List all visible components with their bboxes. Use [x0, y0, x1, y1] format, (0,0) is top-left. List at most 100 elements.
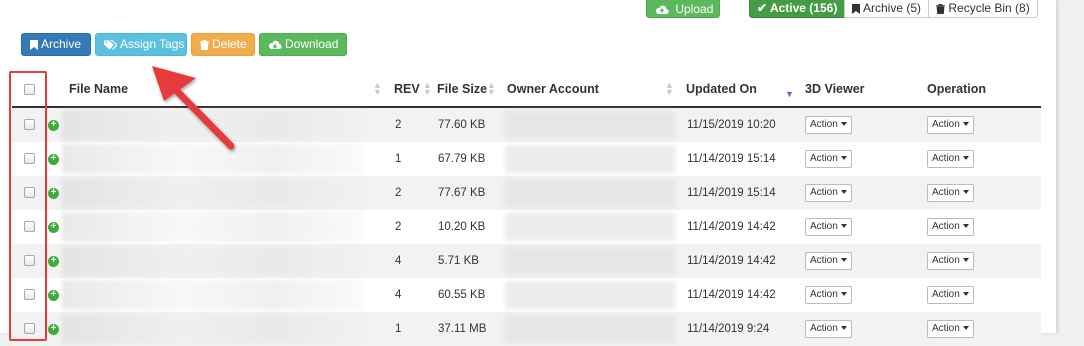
- plus-circle-icon[interactable]: +: [48, 324, 59, 335]
- viewer-action-dropdown[interactable]: Action: [805, 116, 852, 134]
- file-name-redacted: [62, 110, 365, 140]
- row-checkbox[interactable]: [24, 187, 35, 198]
- operation-action-dropdown[interactable]: Action: [927, 286, 974, 304]
- archive-label: Archive: [41, 37, 82, 51]
- table-row: + 4 60.55 KB 11/14/2019 14:42 Action Act…: [12, 278, 1041, 312]
- sort-owner-icon[interactable]: ▲ ▼: [665, 81, 674, 97]
- action-label: Action: [810, 187, 838, 198]
- viewer-action-dropdown[interactable]: Action: [805, 286, 852, 304]
- updated-cell: 11/14/2019 15:14: [687, 153, 776, 165]
- action-label: Action: [810, 289, 838, 300]
- assign-tags-button[interactable]: Assign Tags: [95, 33, 187, 56]
- caret-down-icon: [840, 258, 847, 263]
- assign-tags-label: Assign Tags: [120, 37, 185, 51]
- row-checkbox[interactable]: [24, 323, 35, 334]
- plus-circle-icon[interactable]: +: [48, 120, 59, 131]
- action-label: Action: [810, 255, 838, 266]
- row-checkbox[interactable]: [24, 153, 35, 164]
- filter-archive-button[interactable]: Archive (5): [844, 0, 930, 18]
- row-checkbox[interactable]: [24, 255, 35, 266]
- filter-recycle-bin-button[interactable]: Recycle Bin (8): [928, 0, 1038, 18]
- header-file-name[interactable]: File Name: [69, 82, 128, 96]
- sort-rev-icon[interactable]: ▲ ▼: [423, 81, 432, 97]
- operation-action-dropdown[interactable]: Action: [927, 320, 974, 338]
- tags-icon: [104, 39, 117, 50]
- file-name-redacted: [62, 212, 365, 242]
- updated-cell: 11/14/2019 9:24: [687, 323, 770, 335]
- viewer-action-dropdown[interactable]: Action: [805, 252, 852, 270]
- caret-down-icon: [840, 122, 847, 127]
- row-checkbox[interactable]: [24, 119, 35, 130]
- delete-button[interactable]: Delete: [191, 33, 255, 56]
- bookmark-icon: [30, 39, 38, 50]
- row-checkbox[interactable]: [24, 221, 35, 232]
- plus-circle-icon[interactable]: +: [48, 154, 59, 165]
- action-label: Action: [932, 323, 960, 334]
- viewer-action-dropdown[interactable]: Action: [805, 150, 852, 168]
- plus-circle-icon[interactable]: +: [48, 290, 59, 301]
- table-row: + 2 77.60 KB 11/15/2019 10:20 Action Act…: [12, 108, 1041, 142]
- plus-circle-icon[interactable]: +: [48, 188, 59, 199]
- operation-action-dropdown[interactable]: Action: [927, 116, 974, 134]
- file-name-redacted: [62, 178, 365, 208]
- action-label: Action: [810, 221, 838, 232]
- viewer-action-dropdown[interactable]: Action: [805, 184, 852, 202]
- sort-file-size-icon[interactable]: ▲ ▼: [487, 81, 496, 97]
- owner-redacted: [505, 145, 675, 173]
- operation-action-dropdown[interactable]: Action: [927, 252, 974, 270]
- archive-button[interactable]: Archive: [21, 33, 91, 56]
- updated-cell: 11/15/2019 10:20: [687, 119, 776, 131]
- operation-action-dropdown[interactable]: Action: [927, 184, 974, 202]
- row-checkbox[interactable]: [24, 289, 35, 300]
- caret-down-icon: [840, 326, 847, 331]
- caret-down-icon: [962, 326, 969, 331]
- rev-cell: 4: [395, 255, 402, 267]
- operation-action-dropdown[interactable]: Action: [927, 150, 974, 168]
- select-all-checkbox[interactable]: [24, 84, 35, 95]
- updated-cell: 11/14/2019 14:42: [687, 221, 776, 233]
- owner-redacted: [505, 315, 675, 343]
- caret-down-icon: [962, 190, 969, 195]
- status-filter-group: ✔ Active (156) Archive (5) Recycle Bin (…: [749, 0, 1038, 18]
- table-row: + 1 67.79 KB 11/14/2019 15:14 Action Act…: [12, 142, 1041, 176]
- table-header: File Name ▲ ▼ REV ▲ ▼ File Size ▲ ▼ Owner A…: [12, 72, 1041, 108]
- operation-action-dropdown[interactable]: Action: [927, 218, 974, 236]
- updated-cell: 11/14/2019 14:42: [687, 255, 776, 267]
- header-rev[interactable]: REV: [394, 82, 420, 96]
- download-button[interactable]: Download: [259, 33, 347, 56]
- header-owner-account[interactable]: Owner Account: [507, 82, 599, 96]
- owner-redacted: [505, 281, 675, 309]
- action-label: Action: [810, 153, 838, 164]
- sort-file-name-icon[interactable]: ▲ ▼: [373, 81, 382, 97]
- caret-down-icon: [962, 224, 969, 229]
- cloud-download-icon: [268, 40, 282, 49]
- action-label: Action: [932, 153, 960, 164]
- viewer-action-dropdown[interactable]: Action: [805, 320, 852, 338]
- bookmark-icon: [852, 3, 861, 14]
- action-label: Action: [932, 221, 960, 232]
- viewer-action-dropdown[interactable]: Action: [805, 218, 852, 236]
- rev-cell: 2: [395, 187, 402, 199]
- size-cell: 77.60 KB: [438, 119, 486, 131]
- caret-down-icon: [962, 156, 969, 161]
- header-3d-viewer: 3D Viewer: [805, 82, 865, 96]
- caret-down-icon: [962, 258, 969, 263]
- size-cell: 5.71 KB: [438, 255, 479, 267]
- size-cell: 10.20 KB: [438, 221, 486, 233]
- plus-circle-icon[interactable]: +: [48, 222, 59, 233]
- plus-circle-icon[interactable]: +: [48, 256, 59, 267]
- delete-label: Delete: [212, 37, 247, 51]
- size-cell: 60.55 KB: [438, 289, 486, 301]
- size-cell: 37.11 MB: [438, 323, 487, 335]
- trash-icon: [936, 3, 946, 15]
- header-updated-on[interactable]: Updated On: [686, 82, 757, 96]
- rev-cell: 1: [395, 153, 402, 165]
- filter-active-button[interactable]: ✔ Active (156): [749, 0, 846, 18]
- upload-button[interactable]: Upload: [646, 0, 720, 18]
- sort-desc-icon[interactable]: ▼: [785, 89, 794, 99]
- size-cell: 67.79 KB: [438, 153, 486, 165]
- action-label: Action: [932, 119, 960, 130]
- owner-redacted: [505, 213, 675, 241]
- header-file-size[interactable]: File Size: [437, 82, 487, 96]
- rev-cell: 1: [395, 323, 402, 335]
